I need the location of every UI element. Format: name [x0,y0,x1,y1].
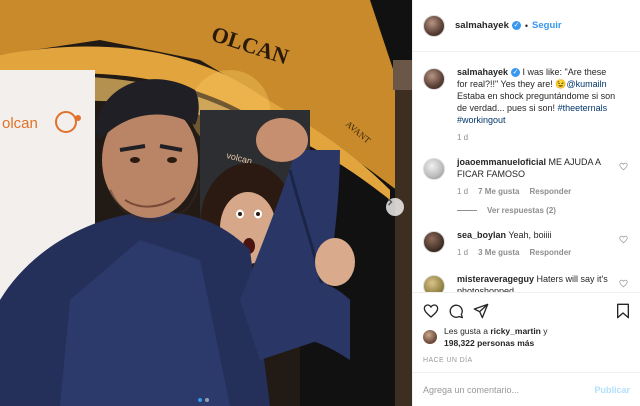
next-photo-button[interactable] [386,198,404,216]
verified-icon: ✓ [511,21,521,30]
publish-button[interactable]: Publicar [594,385,630,395]
timestamp[interactable]: 1 d [457,247,468,259]
comments-list[interactable]: salmahayek ✓ I was like: "Are these for r… [413,52,640,292]
view-replies-button[interactable]: Ver respuestas (2) [457,206,630,215]
wink-emoji: 😉 [555,79,567,89]
view-replies-label: Ver respuestas (2) [487,206,556,215]
mention-link[interactable]: @kumailn [566,79,606,89]
comment: sea_boylan Yeah, boiiii 1 d 3 Me gusta R… [423,229,630,259]
comment-username[interactable]: joaoemmanueloficial [457,157,546,167]
share-icon[interactable] [473,303,489,319]
bookmark-icon[interactable] [616,303,630,319]
carousel-dots [198,398,209,402]
avatar[interactable] [423,158,445,180]
carousel-dot-active [198,398,202,402]
comment-icon[interactable] [448,303,464,319]
caption-meta: 1 d [457,132,616,144]
action-icons [423,299,630,323]
hashtag-link[interactable]: #workingout [457,115,506,125]
heart-icon[interactable] [619,162,628,171]
likes-count[interactable]: 198,322 personas más [444,338,534,348]
likes-summary: Les gusta a ricky_martin y 198,322 perso… [423,325,630,349]
comment-body: misteraverageguy Haters will say it's ph… [457,273,630,292]
comment-body: sea_boylan Yeah, boiiii 1 d 3 Me gusta R… [457,229,630,259]
reply-button[interactable]: Responder [529,247,571,259]
avatar[interactable] [423,231,445,253]
heart-icon[interactable] [619,235,628,244]
caption-username[interactable]: salmahayek [457,67,508,77]
caption-body: salmahayek ✓ I was like: "Are these for r… [457,66,630,144]
add-comment-bar: Agrega un comentario... Publicar [413,372,640,406]
avatar[interactable] [423,14,445,37]
comment-text: Yeah, boiiii [506,230,552,240]
header-username[interactable]: salmahayek [455,20,509,31]
verified-icon: ✓ [511,68,521,78]
likes-prefix: Les gusta a [444,326,491,336]
like-count[interactable]: 3 Me gusta [478,247,519,259]
caption: salmahayek ✓ I was like: "Are these for r… [423,66,630,144]
comment-body: joaoemmanueloficial ME AJUDA A FICAR FAM… [457,156,630,198]
like-count[interactable]: 7 Me gusta [478,186,519,198]
liker-username[interactable]: ricky_martin [490,326,541,336]
timestamp[interactable]: 1 d [457,186,468,198]
post-photo[interactable]: OLCAN AVANT olcan volcan [0,0,412,406]
avatar[interactable] [423,68,445,90]
comment-input[interactable]: Agrega un comentario... [423,385,594,395]
avatar[interactable] [423,275,445,292]
post-dialog: OLCAN AVANT olcan volcan salmahayek ✓ • … [0,0,640,406]
follow-button[interactable]: Seguir [532,20,562,31]
separator: • [524,20,529,31]
hashtag-link[interactable]: #theeternals [558,103,608,113]
post-actions: Les gusta a ricky_martin y 198,322 perso… [413,292,640,364]
heart-icon[interactable] [423,303,439,319]
likes-middle: y [540,326,548,336]
post-header: salmahayek ✓ • Seguir [413,0,640,52]
photo-illustration: OLCAN AVANT olcan volcan [0,0,412,406]
avatar[interactable] [423,330,437,344]
replies-line [457,210,477,211]
carousel-dot [205,398,209,402]
heart-icon[interactable] [619,279,628,288]
poster-text: olcan [2,115,38,132]
reply-button[interactable]: Responder [529,186,571,198]
comment-username[interactable]: misteraverageguy [457,274,534,284]
comment-meta: 1 d 3 Me gusta Responder [457,247,616,259]
comment: joaoemmanueloficial ME AJUDA A FICAR FAM… [423,156,630,198]
chevron-right-icon [388,198,393,206]
likes-text: Les gusta a ricky_martin y 198,322 perso… [444,325,548,349]
comment-meta: 1 d 7 Me gusta Responder [457,186,616,198]
post-sidebar: salmahayek ✓ • Seguir salmahayek ✓ I was … [412,0,640,406]
post-timestamp[interactable]: HACE UN DÍA [423,357,630,364]
comment-username[interactable]: sea_boylan [457,230,506,240]
comment: misteraverageguy Haters will say it's ph… [423,273,630,292]
timestamp[interactable]: 1 d [457,132,468,144]
